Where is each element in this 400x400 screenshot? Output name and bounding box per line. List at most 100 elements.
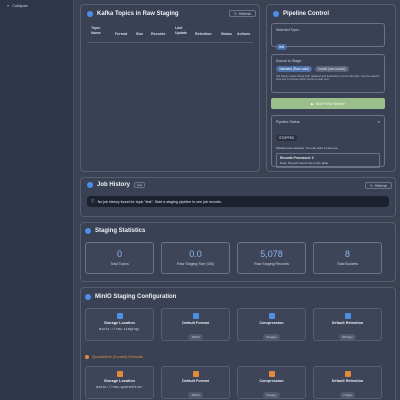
file-icon [192,313,199,319]
status-value-badge: STOPPED [276,135,298,141]
selected-topic-chip[interactable]: test [276,44,288,50]
compress-icon [268,371,275,377]
stats-header: Staging Statistics [85,228,145,234]
source-invalid-toggle[interactable]: Invalid (raw-invalid) [315,66,349,72]
col-retention: Retention [195,32,212,36]
source-label: Source to Stage: [276,59,303,63]
config-title: Default Retention [331,321,364,325]
topics-header: Kafka Topics in Raw Staging [87,11,179,17]
job-history-title: Job History [97,182,131,188]
table-divider [87,42,253,43]
minio-title: MinIO Staging Configuration [95,294,177,300]
quarantine-compression: Compression Snappy [237,366,306,399]
jobs-refresh-label: Refresh [374,183,388,188]
collapse-button[interactable]: « Collapse [7,3,28,8]
col-size: Size [136,32,144,36]
file-icon [192,371,199,377]
status-label: Pipeline Status: [276,120,301,124]
config-badge: 7 days [340,392,355,398]
stat-raw-size: 0.0 Raw Staging Size (GB) [161,242,230,274]
quarantine-default-format: Default Format JSON [161,366,230,399]
stat-value: 0.0 [189,249,202,259]
config-value: minio://raw-quarantine/ [96,386,143,390]
stat-raw-records: 5,078 Raw Staging Records [237,242,306,274]
job-history-header: Job History test [87,182,145,188]
stat-label: Total Buckets [336,262,359,266]
config-badge: JSON [188,392,203,398]
col-last-update: Last Update [175,26,188,35]
sidebar: « Collapse [0,0,74,400]
quarantine-default-retention: Default Retention 7 days [313,366,382,399]
topics-refresh-label: Refresh [238,11,252,16]
clock-icon [344,313,351,319]
stats-title: Staging Statistics [95,228,146,234]
stat-value: 5,078 [260,249,283,259]
pipeline-icon [273,11,279,17]
stat-value: 8 [344,249,350,259]
config-badge: 90 days [339,334,356,340]
clock-icon [344,371,351,377]
raw-default-format: Default Format JSON [161,308,230,341]
col-records: Records [151,32,166,36]
source-box: Source to Stage: Validated (Raw-valid) I… [271,54,385,93]
minio-header: MinIO Staging Configuration [85,294,176,300]
play-icon: ▶ [311,101,314,106]
topics-card: Kafka Topics in Raw Staging ↻ Refresh To… [80,4,260,172]
config-title: Compression [259,379,284,383]
folder-icon [116,313,123,319]
stat-total-topics: 0 Total Topics [85,242,154,274]
config-badge: Snappy [263,392,280,398]
config-badge: Snappy [263,334,280,340]
stat-label: Raw Staging Size (GB) [177,262,214,266]
stat-total-buckets: 8 Total Buckets [313,242,382,274]
records-box: Records Processed: 0 Note: Per-job count… [276,153,380,168]
config-title: Default Format [182,321,209,325]
search-icon[interactable]: ⌕ [378,119,380,124]
pipeline-card: Pipeline Control Selected Topic: test So… [266,4,396,172]
topics-refresh-button[interactable]: ↻ Refresh [229,10,257,17]
col-actions: Actions [237,32,251,36]
raw-storage-location: Storage Location minio://raw-staging/ [85,308,154,341]
source-help-text: Job history below shows both validated a… [276,75,380,82]
raw-default-retention: Default Retention 90 days [313,308,382,341]
stats-icon [85,228,91,234]
config-badge: JSON [188,334,203,340]
start-pipeline-button[interactable]: ▶ Start Flink Pipeline [271,98,385,109]
compress-icon [268,313,275,319]
stat-label: Total Topics [110,262,129,266]
main-content: Kafka Topics in Raw Staging ↻ Refresh To… [74,0,400,400]
no-jobs-alert: ⓘ No job history found for topic "test".… [87,196,389,207]
storage-icon [85,294,91,300]
pipeline-header: Pipeline Control [273,11,329,17]
source-valid-toggle[interactable]: Validated (Raw-valid) [276,66,313,72]
no-jobs-message: No job history found for topic "test". S… [97,199,222,204]
kafka-icon [87,11,93,17]
config-title: Storage Location [103,379,135,383]
config-value: minio://raw-staging/ [99,328,140,332]
quarantine-storage-location: Storage Location minio://raw-quarantine/ [85,366,154,399]
col-format: Format [115,32,128,36]
config-title: Compression [259,321,284,325]
folder-icon [116,371,123,377]
jobs-refresh-button[interactable]: ↻ Refresh [365,182,393,189]
job-history-card: Job History test ↻ Refresh ⓘ No job hist… [80,177,396,217]
stat-label: Raw Staging Records [254,262,289,266]
config-title: Storage Location [103,321,135,325]
warning-icon [85,354,89,359]
stat-value: 0 [116,249,122,259]
quarantine-header: Quarantine (Invalid) Defaults [85,354,143,359]
quarantine-title: Quarantine (Invalid) Defaults [92,354,143,359]
config-title: Default Format [182,379,209,383]
job-topic-badge: test [134,182,145,188]
chevron-left-icon: « [7,3,10,8]
col-topic-name: Topic Name [91,26,101,35]
records-note: Note: Per-job counts live in the table. [280,161,330,165]
status-box: Pipeline Status: ⌕ STOPPED Pipeline has … [271,115,385,168]
collapse-label: Collapse [12,3,28,8]
status-message: Pipeline has stopped. You can start a ne… [276,146,339,150]
config-title: Default Retention [331,379,364,383]
pipeline-title: Pipeline Control [283,11,330,17]
refresh-icon: ↻ [370,183,373,188]
start-pipeline-label: Start Flink Pipeline [315,101,345,106]
selected-topic-label: Selected Topic: [276,28,300,32]
